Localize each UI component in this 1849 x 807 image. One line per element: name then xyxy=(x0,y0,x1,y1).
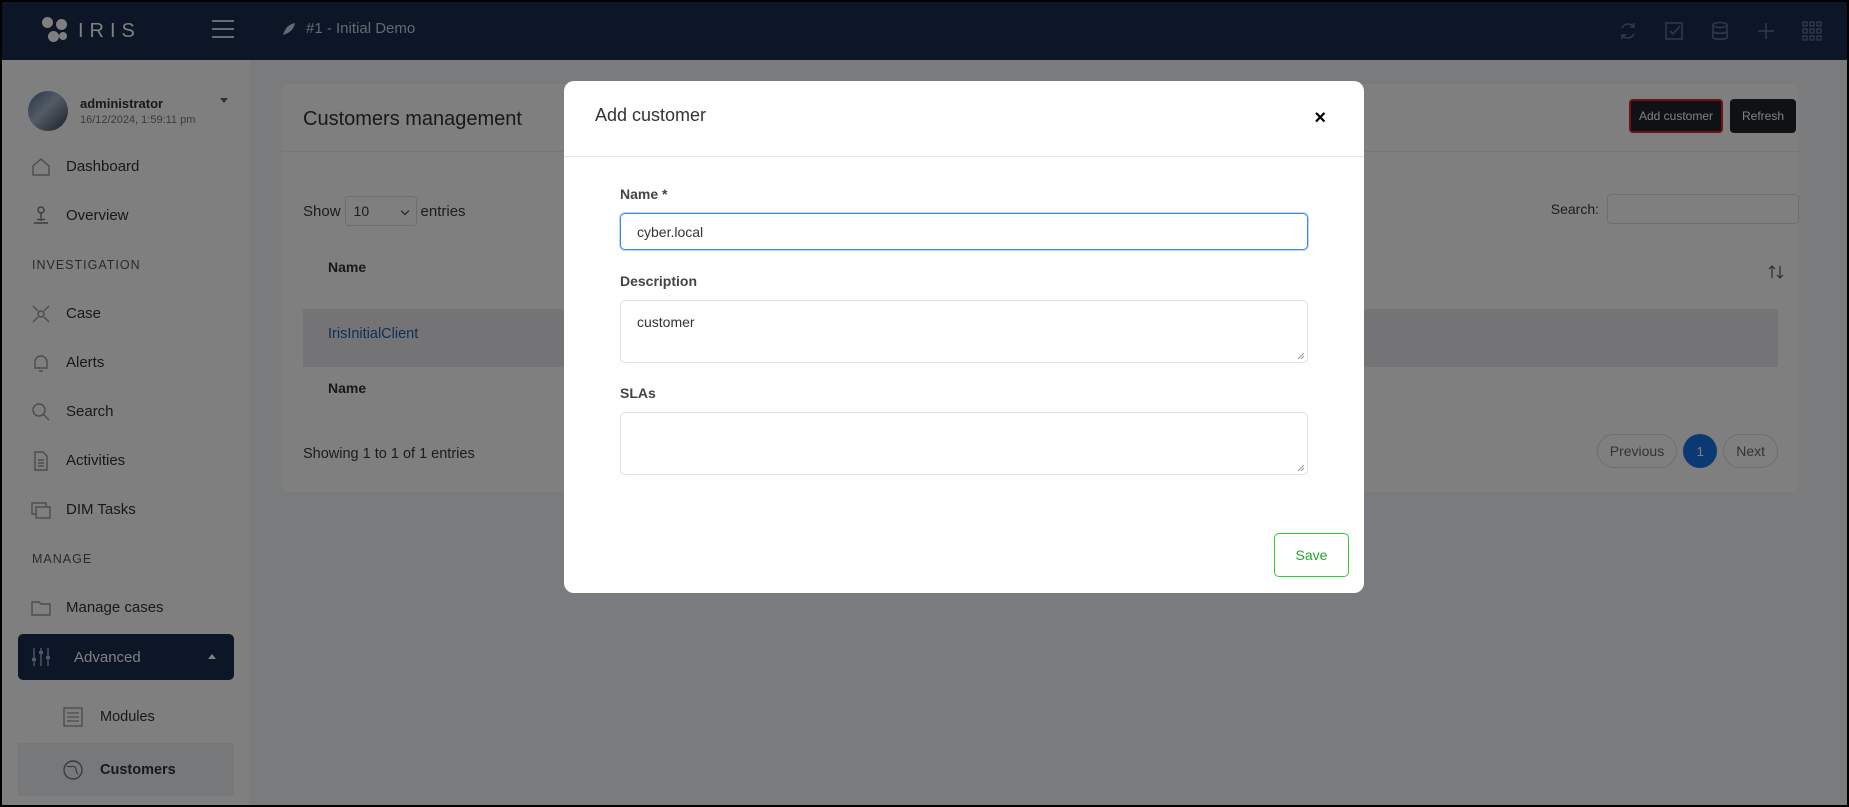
modal-header: Add customer × xyxy=(564,81,1364,157)
description-field[interactable]: customer xyxy=(620,300,1308,363)
name-field[interactable]: cyber.local xyxy=(620,213,1308,250)
slas-label: SLAs xyxy=(620,385,656,401)
resize-handle-icon[interactable] xyxy=(1295,462,1305,472)
slas-field[interactable] xyxy=(620,412,1308,475)
save-button[interactable]: Save xyxy=(1274,533,1349,577)
description-label: Description xyxy=(620,273,698,289)
description-value: customer xyxy=(637,314,695,330)
close-icon[interactable]: × xyxy=(1314,107,1326,130)
resize-handle-icon[interactable] xyxy=(1295,350,1305,360)
modal-title: Add customer xyxy=(595,105,707,125)
add-customer-modal: Add customer × Name * cyber.local Descri… xyxy=(564,81,1364,593)
name-label: Name * xyxy=(620,186,668,202)
